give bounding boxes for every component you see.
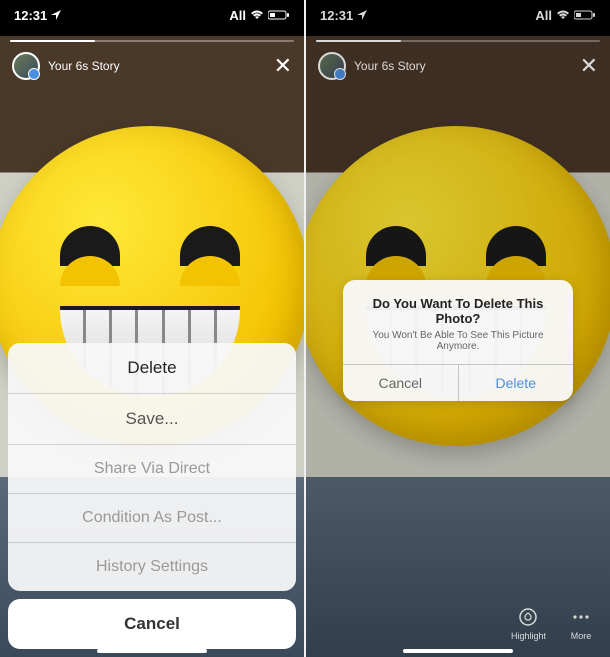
close-icon[interactable]: ✕ (274, 53, 292, 79)
highlight-icon (517, 606, 539, 628)
action-story-settings[interactable]: History Settings (8, 543, 296, 591)
status-bar: 12:31 All (0, 0, 304, 30)
more-label: More (571, 631, 592, 641)
carrier-label: All (229, 8, 246, 23)
status-bar: 12:31 All (306, 0, 610, 30)
close-icon[interactable]: ✕ (580, 53, 598, 79)
alert-delete-button[interactable]: Delete (459, 365, 574, 401)
story-progress (10, 40, 294, 42)
cancel-button[interactable]: Cancel (8, 599, 296, 649)
more-button[interactable]: More (570, 606, 592, 641)
battery-icon (268, 8, 290, 23)
story-title: Your 6s Story (48, 59, 120, 73)
status-time: 12:31 (320, 8, 353, 23)
wifi-icon (250, 8, 264, 23)
story-toolbar: Highlight More (511, 606, 592, 641)
alert-cancel-button[interactable]: Cancel (343, 365, 459, 401)
action-share-as-post[interactable]: Condition As Post... (8, 494, 296, 543)
wifi-icon (556, 8, 570, 23)
avatar[interactable] (318, 52, 346, 80)
location-icon (357, 8, 367, 23)
highlight-label: Highlight (511, 631, 546, 641)
carrier-label: All (535, 8, 552, 23)
more-icon (570, 606, 592, 628)
alert-message: You Won't Be Able To See This Picture An… (355, 330, 561, 352)
home-indicator[interactable] (97, 649, 207, 653)
phone-left: 12:31 All Your 6s Story ✕ (0, 0, 304, 657)
avatar[interactable] (12, 52, 40, 80)
story-header: Your 6s Story ✕ (306, 52, 610, 80)
status-time: 12:31 (14, 8, 47, 23)
story-header: Your 6s Story ✕ (0, 52, 304, 80)
delete-alert: Do You Want To Delete This Photo? You Wo… (343, 280, 573, 401)
action-sheet: Delete Save... Share Via Direct Conditio… (8, 343, 296, 649)
story-title: Your 6s Story (354, 59, 426, 73)
location-icon (51, 8, 61, 23)
phone-right: 12:31 All Your 6s Story ✕ (306, 0, 610, 657)
highlight-button[interactable]: Highlight (511, 606, 546, 641)
action-share-direct[interactable]: Share Via Direct (8, 445, 296, 494)
action-delete[interactable]: Delete (8, 343, 296, 394)
alert-title: Do You Want To Delete This Photo? (355, 296, 561, 326)
battery-icon (574, 8, 596, 23)
home-indicator[interactable] (403, 649, 513, 653)
story-progress (316, 40, 600, 42)
action-save[interactable]: Save... (8, 394, 296, 445)
